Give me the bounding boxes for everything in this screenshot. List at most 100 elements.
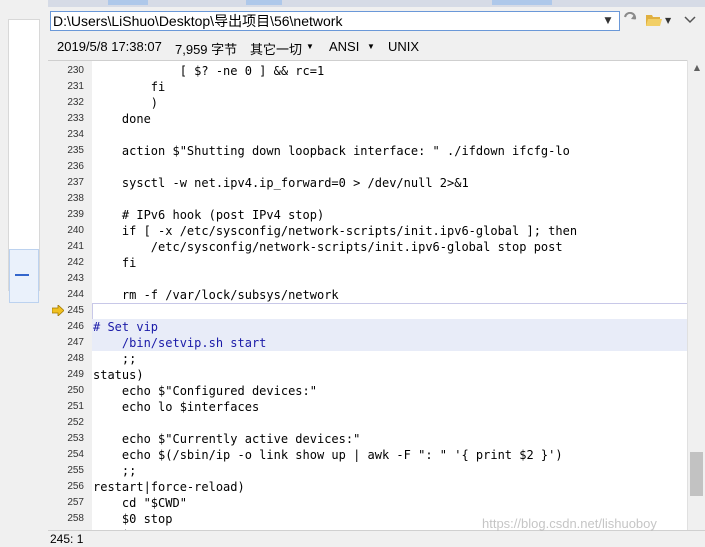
top-tab-strip [48,0,705,7]
code-line[interactable]: 244 rm -f /var/lock/subsys/network [48,287,687,303]
current-line-highlight [92,303,687,320]
line-number: 230 [67,65,84,76]
line-text: fi [93,80,166,94]
line-number: 257 [67,497,84,508]
line-text: # Set vip [93,320,159,334]
code-line[interactable]: 246 # Set vip [48,319,687,335]
line-number: 234 [67,129,84,140]
code-line[interactable]: 248 ;; [48,351,687,367]
code-line[interactable]: 253 echo $"Currently active devices:" [48,431,687,447]
code-line[interactable]: 240 if [ -x /etc/sysconfig/network-scrip… [48,223,687,239]
refresh-icon[interactable] [622,11,638,30]
code-line[interactable]: 238 [48,191,687,207]
line-text: /bin/setvip.sh start [93,336,267,350]
filetype-selector[interactable]: 其它一切 [250,39,302,58]
line-text: /etc/sysconfig/network-scripts/init.ipv6… [93,240,563,254]
line-text: cd "$CWD" [93,496,187,510]
selection-highlight [92,319,687,335]
scrollbar-thumb[interactable] [690,452,703,496]
line-text: ) [93,96,159,110]
path-input[interactable]: D:\Users\LiShuo\Desktop\导出项目\56\network [50,11,620,31]
code-line[interactable]: 234 [48,127,687,143]
code-line[interactable]: 232 ) [48,95,687,111]
watermark: https://blog.csdn.net/lishuoboy [482,516,657,531]
line-number: 246 [67,321,84,332]
vertical-scrollbar[interactable]: ▲ [687,60,705,530]
code-line[interactable]: 257 cd "$CWD" [48,495,687,511]
code-line[interactable]: 236 [48,159,687,175]
navigation-panel [0,0,48,546]
minimap-viewport[interactable] [9,249,39,303]
document-minimap[interactable] [8,19,40,303]
address-bar: D:\Users\LiShuo\Desktop\导出项目\56\network … [48,7,705,35]
code-line[interactable]: 254 echo $(/sbin/ip -o link show up | aw… [48,447,687,463]
code-line[interactable]: 250 echo $"Configured devices:" [48,383,687,399]
line-text: done [93,112,151,126]
line-number: 231 [67,81,84,92]
code-line[interactable]: 239 # IPv6 hook (post IPv4 stop) [48,207,687,223]
file-info-bar: 2019/5/8 17:38:07 7,959 字节 其它一切 ▼ ANSI ▼… [48,35,705,60]
line-number: 256 [67,481,84,492]
code-line[interactable]: 241 /etc/sysconfig/network-scripts/init.… [48,239,687,255]
code-line[interactable]: 233 done [48,111,687,127]
line-text: status) [93,368,144,382]
line-ending-label[interactable]: UNIX [388,39,419,54]
code-line[interactable]: 245 [48,303,687,320]
line-number: 247 [67,337,84,348]
line-text: echo lo $interfaces [93,400,260,414]
line-number: 232 [67,97,84,108]
cursor-position: 245: 1 [50,532,84,546]
line-number: 248 [67,353,84,364]
folder-dropdown-chevron-icon[interactable]: ▼ [665,12,671,30]
code-line[interactable]: 249 status) [48,367,687,383]
code-editor[interactable]: 230 [ $? -ne 0 ] && rc=1 231 fi 232 ) 233 d… [48,60,687,531]
line-number: 254 [67,449,84,460]
encoding-chevron-icon[interactable]: ▼ [367,42,375,51]
line-number: 235 [67,145,84,156]
code-line[interactable]: 251 echo lo $interfaces [48,399,687,415]
line-text: if [ -x /etc/sysconfig/network-scripts/i… [93,224,578,238]
line-number: 253 [67,433,84,444]
line-number: 241 [67,241,84,252]
code-line[interactable]: 231 fi [48,79,687,95]
line-text: sysctl -w net.ipv4.ip_forward=0 > /dev/n… [93,176,469,190]
minimap-marker [15,274,29,276]
code-line[interactable]: 247 /bin/setvip.sh start [48,335,687,351]
code-line[interactable]: 230 [ $? -ne 0 ] && rc=1 [48,63,687,79]
file-size: 7,959 字节 [175,42,238,57]
line-number: 242 [67,257,84,268]
line-number: 238 [67,193,84,204]
line-text: echo $(/sbin/ip -o link show up | awk -F… [93,448,563,462]
line-text: ;; [93,352,137,366]
scroll-up-icon[interactable]: ▲ [688,60,705,76]
open-folder-icon[interactable] [645,12,663,30]
settings-chevron-icon[interactable] [682,12,698,30]
line-text: echo $"Configured devices:" [93,384,317,398]
line-number: 251 [67,401,84,412]
line-number: 237 [67,177,84,188]
line-number: 250 [67,385,84,396]
line-number: 258 [67,513,84,524]
path-dropdown-chevron-icon[interactable]: ▼ [600,12,616,30]
line-number: 252 [67,417,84,428]
line-text: [ $? -ne 0 ] && rc=1 [93,64,325,78]
line-number: 244 [67,289,84,300]
line-text: action $"Shutting down loopback interfac… [93,144,570,158]
encoding-selector[interactable]: ANSI [329,39,359,54]
code-line[interactable]: 235 action $"Shutting down loopback inte… [48,143,687,159]
code-line[interactable]: 242 fi [48,255,687,271]
line-text: fi [93,256,137,270]
code-line[interactable]: 243 [48,271,687,287]
status-footer: 245: 1 [48,530,705,547]
code-line[interactable]: 256 restart|force-reload) [48,479,687,495]
line-text: rm -f /var/lock/subsys/network [93,288,339,302]
code-line[interactable]: 255 ;; [48,463,687,479]
line-number: 239 [67,209,84,220]
line-text: restart|force-reload) [93,480,245,494]
line-number: 236 [67,161,84,172]
line-number: 233 [67,113,84,124]
code-line[interactable]: 252 [48,415,687,431]
line-number: 245 [67,305,84,316]
filetype-chevron-icon[interactable]: ▼ [306,42,314,51]
code-line[interactable]: 237 sysctl -w net.ipv4.ip_forward=0 > /d… [48,175,687,191]
